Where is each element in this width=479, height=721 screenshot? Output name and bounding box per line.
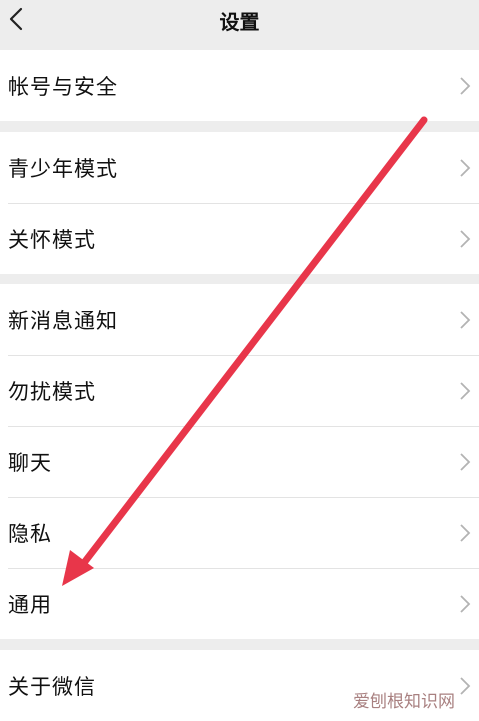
settings-group-account: 帐号与安全 bbox=[0, 50, 479, 121]
settings-item-label: 帐号与安全 bbox=[8, 74, 118, 99]
chevron-right-icon bbox=[460, 229, 471, 248]
page-title: 设置 bbox=[219, 10, 260, 34]
settings-group-general: 新消息通知 勿扰模式 聊天 隐私 通用 bbox=[0, 284, 479, 639]
settings-item-label: 青少年模式 bbox=[8, 156, 118, 181]
settings-item-label: 关怀模式 bbox=[8, 227, 96, 252]
settings-group-modes: 青少年模式 关怀模式 bbox=[0, 132, 479, 274]
settings-item-privacy[interactable]: 隐私 bbox=[0, 497, 479, 568]
chevron-right-icon bbox=[460, 523, 471, 542]
settings-item-new-message-notifications[interactable]: 新消息通知 bbox=[0, 284, 479, 355]
chevron-right-icon bbox=[460, 76, 471, 95]
settings-item-label: 勿扰模式 bbox=[8, 379, 96, 404]
chevron-right-icon bbox=[460, 594, 471, 613]
settings-item-account-security[interactable]: 帐号与安全 bbox=[0, 50, 479, 121]
watermark: 爱刨根知识网 bbox=[353, 692, 455, 712]
settings-item-teen-mode[interactable]: 青少年模式 bbox=[0, 132, 479, 203]
chevron-right-icon bbox=[460, 158, 471, 177]
settings-item-label: 通用 bbox=[8, 592, 52, 617]
settings-item-care-mode[interactable]: 关怀模式 bbox=[0, 203, 479, 274]
settings-item-chat[interactable]: 聊天 bbox=[0, 426, 479, 497]
chevron-right-icon bbox=[460, 310, 471, 329]
settings-item-do-not-disturb[interactable]: 勿扰模式 bbox=[0, 355, 479, 426]
settings-item-label: 聊天 bbox=[8, 450, 52, 475]
settings-item-general[interactable]: 通用 bbox=[0, 568, 479, 639]
settings-item-label: 隐私 bbox=[8, 521, 52, 546]
chevron-right-icon bbox=[460, 676, 471, 695]
navigation-bar: 设置 bbox=[0, 0, 479, 44]
chevron-right-icon bbox=[460, 452, 471, 471]
settings-item-label: 关于微信 bbox=[8, 674, 96, 699]
settings-item-label: 新消息通知 bbox=[8, 308, 118, 333]
chevron-right-icon bbox=[460, 381, 471, 400]
